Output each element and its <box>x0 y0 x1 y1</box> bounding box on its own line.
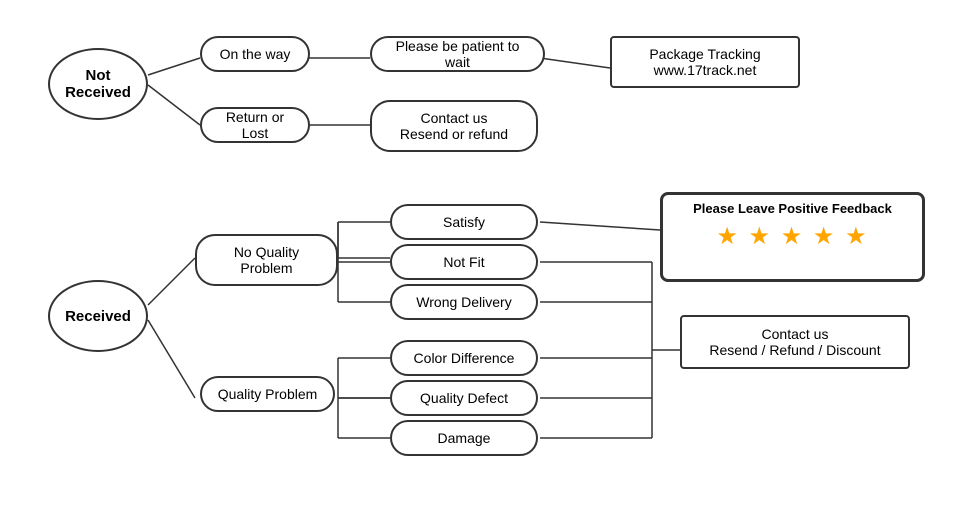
no-quality-problem-label: No Quality Problem <box>234 244 299 276</box>
damage-node: Damage <box>390 420 538 456</box>
contact-refund-node: Contact us Resend / Refund / Discount <box>680 315 910 369</box>
contact-resend-node: Contact us Resend or refund <box>370 100 538 152</box>
satisfy-node: Satisfy <box>390 204 538 240</box>
color-difference-node: Color Difference <box>390 340 538 376</box>
not-received-label: Not Received <box>65 67 131 101</box>
not-received-node: Not Received <box>48 48 148 120</box>
contact-refund-label: Contact us Resend / Refund / Discount <box>709 326 880 358</box>
quality-defect-node: Quality Defect <box>390 380 538 416</box>
feedback-box: Please Leave Positive Feedback ★ ★ ★ ★ ★ <box>660 192 925 282</box>
quality-defect-label: Quality Defect <box>420 390 508 406</box>
not-fit-node: Not Fit <box>390 244 538 280</box>
contact-resend-label: Contact us Resend or refund <box>400 110 508 142</box>
received-node: Received <box>48 280 148 352</box>
stars: ★ ★ ★ ★ ★ <box>673 222 912 251</box>
quality-problem-label: Quality Problem <box>218 386 318 402</box>
satisfy-label: Satisfy <box>443 214 485 230</box>
return-or-lost-node: Return or Lost <box>200 107 310 143</box>
return-or-lost-label: Return or Lost <box>212 109 298 141</box>
no-quality-problem-node: No Quality Problem <box>195 234 338 286</box>
quality-problem-node: Quality Problem <box>200 376 335 412</box>
package-tracking-label: Package Tracking www.17track.net <box>649 46 760 78</box>
patient-node: Please be patient to wait <box>370 36 545 72</box>
package-tracking-node: Package Tracking www.17track.net <box>610 36 800 88</box>
color-difference-label: Color Difference <box>414 350 515 366</box>
damage-label: Damage <box>438 430 491 446</box>
wrong-delivery-label: Wrong Delivery <box>416 294 511 310</box>
on-the-way-node: On the way <box>200 36 310 72</box>
wrong-delivery-node: Wrong Delivery <box>390 284 538 320</box>
received-label: Received <box>65 308 131 325</box>
not-fit-label: Not Fit <box>443 254 484 270</box>
feedback-label: Please Leave Positive Feedback <box>673 201 912 216</box>
patient-label: Please be patient to wait <box>382 38 533 70</box>
diagram: Not Received On the way Return or Lost P… <box>0 0 960 513</box>
on-the-way-label: On the way <box>220 46 291 62</box>
